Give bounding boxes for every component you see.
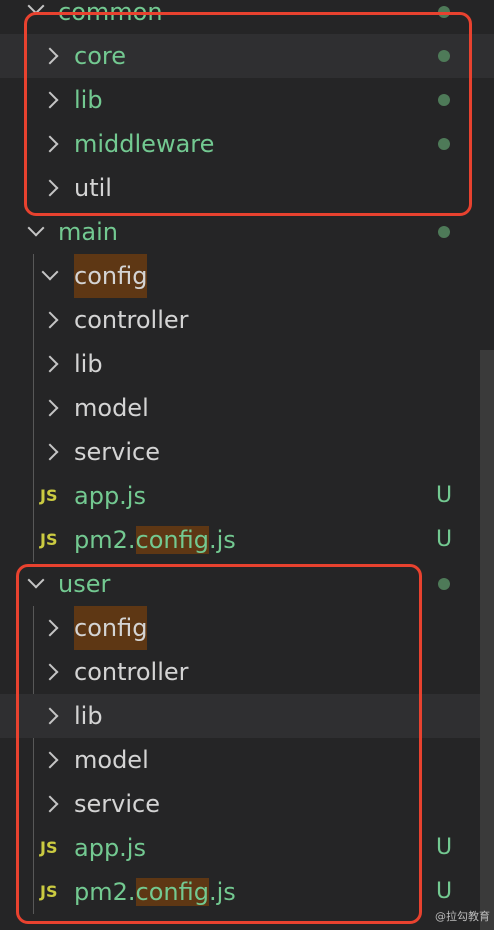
folder-label: lib	[74, 350, 103, 378]
tree-folder-main-lib[interactable]: lib	[0, 342, 494, 386]
folder-label: config	[74, 254, 148, 298]
tree-folder-main-service[interactable]: service	[0, 430, 494, 474]
tree-folder-main-model[interactable]: model	[0, 386, 494, 430]
git-untracked-badge: U	[436, 527, 453, 552]
annotation-box-user	[16, 564, 422, 924]
vertical-scrollbar[interactable]	[480, 350, 494, 930]
git-untracked-badge: U	[436, 835, 453, 860]
file-explorer-tree: common core lib middleware util main con…	[0, 0, 494, 930]
tree-folder-main-config[interactable]: config	[0, 254, 494, 298]
folder-label: service	[74, 438, 160, 466]
file-label-prefix: pm2.	[74, 526, 136, 554]
folder-label: model	[74, 394, 149, 422]
file-label-suffix: .js	[208, 526, 236, 554]
chevron-right-icon	[41, 311, 59, 329]
file-label: app.js	[74, 482, 146, 510]
watermark: @拉勾教育	[435, 910, 490, 923]
annotation-box-common	[24, 12, 472, 216]
search-match-highlight: config	[135, 526, 209, 554]
git-untracked-badge: U	[436, 483, 453, 508]
javascript-file-icon: JS	[40, 530, 58, 549]
tree-file-main-pm2-config-js[interactable]: JS pm2.config.js U	[0, 518, 494, 562]
chevron-down-icon	[41, 263, 59, 281]
tree-folder-main-controller[interactable]: controller	[0, 298, 494, 342]
file-label: pm2.config.js	[74, 518, 236, 562]
javascript-file-icon: JS	[40, 486, 58, 505]
tree-file-main-app-js[interactable]: JS app.js U	[0, 474, 494, 518]
git-status-dot-icon	[438, 226, 450, 238]
folder-label: controller	[74, 306, 189, 334]
tree-folder-main[interactable]: main	[0, 210, 494, 254]
chevron-down-icon	[27, 219, 45, 237]
chevron-right-icon	[41, 355, 59, 373]
chevron-right-icon	[41, 399, 59, 417]
folder-label: main	[58, 218, 118, 246]
chevron-right-icon	[41, 443, 59, 461]
git-status-dot-icon	[438, 578, 450, 590]
